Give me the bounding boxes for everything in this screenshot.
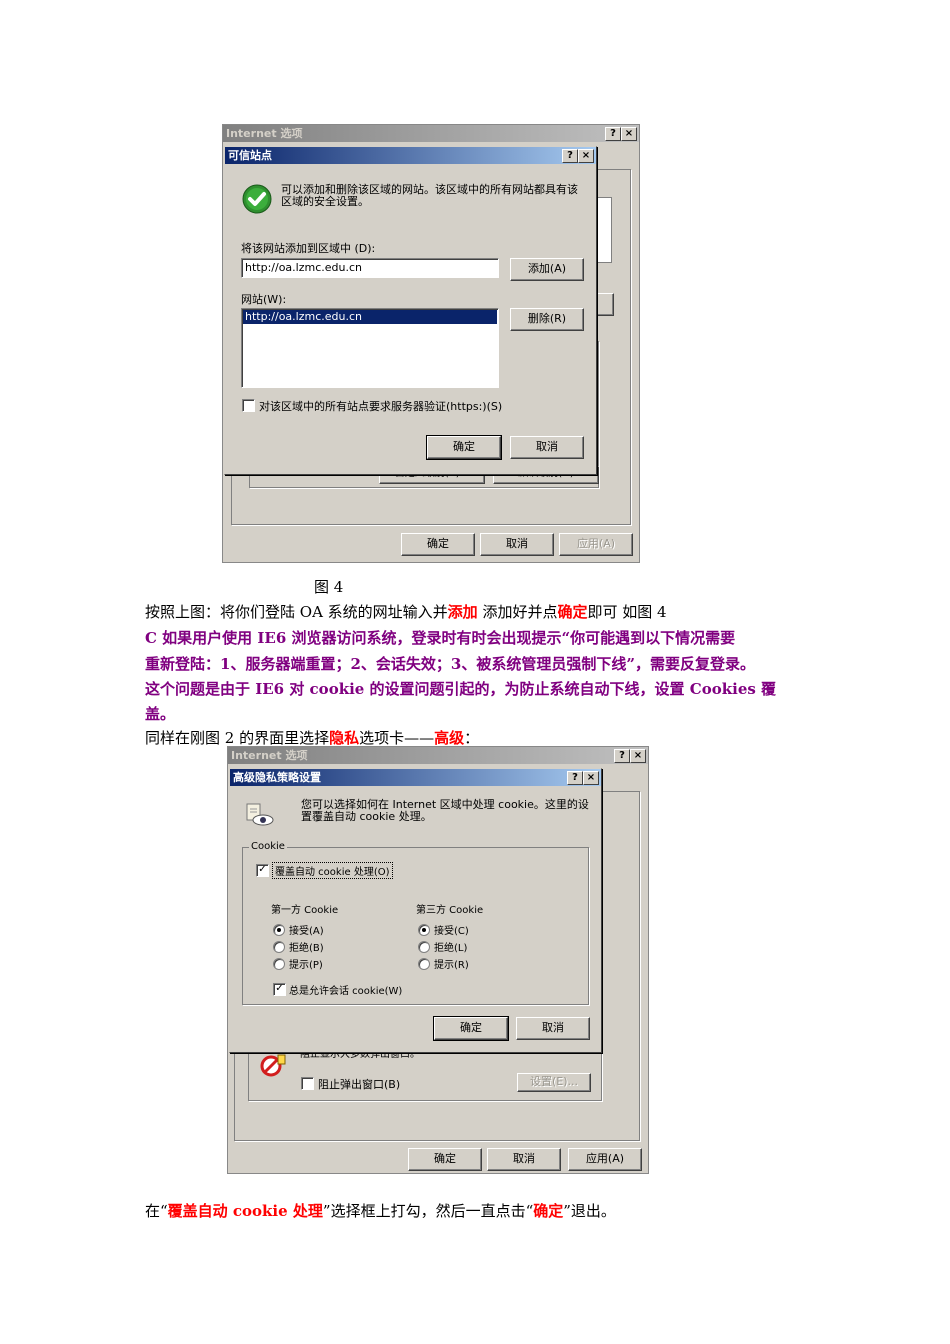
third-prompt-radio[interactable] xyxy=(418,958,430,970)
advanced-privacy-dialog: 高级隐私策略设置 ? × 您可以选择如何在 Internet 区域中处理 coo… xyxy=(229,768,602,1053)
paragraph-2-post: ： xyxy=(464,729,480,747)
highlight-privacy: 隐私 xyxy=(329,729,360,747)
paragraph-1-pre: 按照上图：将你们登陆 OA 系统的网址输入并 xyxy=(145,603,448,621)
paragraph-1: 按照上图：将你们登陆 OA 系统的网址输入并添加 添加好并点确定即可 如图 4 xyxy=(145,601,667,622)
outer-apply-button[interactable]: 应用(A) xyxy=(559,533,633,556)
paragraph-2: 同样在刚图 2 的界面里选择隐私选项卡——高级： xyxy=(145,727,479,748)
paragraph-1-post: 即可 如图 4 xyxy=(587,603,667,621)
dialog-title-bar: 可信站点 ? × xyxy=(225,147,596,164)
session-cookie-checkbox[interactable]: ✓ xyxy=(273,983,286,996)
outer-help-button-2[interactable]: ? xyxy=(614,749,630,763)
trusted-sites-dialog: 可信站点 ? × 可以添加和删除该区域的网站。该区域中的所有网站都具有该区域的安… xyxy=(224,146,597,475)
first-accept-label: 接受(A) xyxy=(289,926,324,937)
outer-title-2: Internet 选项 xyxy=(231,749,308,762)
outer-ok-button[interactable]: 确定 xyxy=(401,533,475,556)
first-prompt-label: 提示(P) xyxy=(289,960,323,971)
override-checkbox[interactable]: ✓ xyxy=(256,864,269,877)
privacy-eye-icon xyxy=(246,803,274,826)
paragraph-2-pre: 同样在刚图 2 的界面里选择 xyxy=(145,729,330,747)
add-button[interactable]: 添加(A) xyxy=(510,258,584,281)
ok-button[interactable]: 确定 xyxy=(426,435,502,460)
figure-caption: 图 4 xyxy=(314,578,344,596)
outer-ok-button-2[interactable]: 确定 xyxy=(408,1148,482,1171)
remove-button[interactable]: 删除(R) xyxy=(510,308,584,331)
outer-cancel-button-2[interactable]: 取消 xyxy=(487,1148,561,1171)
session-cookie-label: 总是允许会话 cookie(W) xyxy=(289,986,403,997)
third-accept-radio[interactable] xyxy=(418,924,430,936)
outer-cancel-button[interactable]: 取消 xyxy=(480,533,554,556)
info-text: 可以添加和删除该区域的网站。该区域中的所有网站都具有该区域的安全设置。 xyxy=(281,183,578,208)
outer-help-button[interactable]: ? xyxy=(605,127,621,141)
help-button[interactable]: ? xyxy=(562,149,578,163)
highlight-ok: 确定 xyxy=(557,603,588,621)
paragraph-c-line-3: 这个问题是由于 IE6 对 cookie 的设置问题引起的，为防止系统自动下线，… xyxy=(145,680,777,698)
close-button-2[interactable]: × xyxy=(583,771,599,785)
checkmark-icon xyxy=(242,184,272,214)
websites-list[interactable]: http://oa.lzmc.edu.cn xyxy=(241,308,499,388)
first-accept-radio[interactable] xyxy=(273,924,285,936)
paragraph-c-line-4: 盖。 xyxy=(145,705,176,723)
outer-title-bar-2: Internet 选项 ? × xyxy=(228,747,648,764)
final-instruction: 在“覆盖自动 cookie 处理”选择框上打勾，然后一直点击“确定”退出。 xyxy=(145,1200,616,1221)
third-party-label: 第三方 Cookie xyxy=(416,905,484,916)
first-block-radio[interactable] xyxy=(273,941,285,953)
close-button[interactable]: × xyxy=(578,149,594,163)
outer-zone-list xyxy=(596,197,612,263)
first-party-label: 第一方 Cookie xyxy=(271,905,339,916)
https-label: 对该区域中的所有站点要求服务器验证(https:)(S) xyxy=(259,400,503,413)
third-prompt-label: 提示(R) xyxy=(434,960,469,971)
highlight-add: 添加 xyxy=(447,603,478,621)
outer-title-bar: Internet 选项 ? × xyxy=(223,125,639,142)
add-site-label: 将该网站添加到区域中 (D): xyxy=(241,242,376,255)
outer-title: Internet 选项 xyxy=(226,127,303,140)
final-mid: ”选择框上打勾，然后一直点击“ xyxy=(322,1202,534,1220)
screenshot-privacy-settings: Internet 选项 ? × 阻止显示大多数弹出窗口。 阻止弹出窗口(B) 设… xyxy=(227,746,649,1174)
block-popups-checkbox[interactable] xyxy=(301,1077,314,1090)
highlight-advanced: 高级 xyxy=(434,729,465,747)
ok-button-2[interactable]: 确定 xyxy=(433,1016,509,1041)
first-prompt-radio[interactable] xyxy=(273,958,285,970)
cookie-group-label: Cookie xyxy=(249,841,287,852)
paragraph-c-line-1: C 如果用户使用 IE6 浏览器访问系统，登录时有时会出现提示“你可能遇到以下情… xyxy=(145,629,736,647)
highlight-ok-2: 确定 xyxy=(533,1202,564,1220)
privacy-info-text: 您可以选择如何在 Internet 区域中处理 cookie。这里的设置覆盖自动… xyxy=(301,798,589,823)
websites-label: 网站(W): xyxy=(241,293,287,306)
popup-blocker-icon xyxy=(260,1054,286,1077)
websites-list-item[interactable]: http://oa.lzmc.edu.cn xyxy=(243,310,497,324)
cancel-button-2[interactable]: 取消 xyxy=(516,1017,590,1040)
screenshot-trusted-sites: Internet 选项 ? × 自定义级别(C)... 默认级别(D) 确定 取… xyxy=(222,124,640,563)
final-post: ”退出。 xyxy=(563,1202,616,1220)
final-pre: 在“ xyxy=(145,1202,168,1220)
add-site-input[interactable]: http://oa.lzmc.edu.cn xyxy=(241,258,499,278)
dialog-title: 可信站点 xyxy=(228,149,272,162)
paragraph-2-mid: 选项卡—— xyxy=(359,729,435,747)
highlight-override: 覆盖自动 cookie 处理 xyxy=(167,1202,323,1220)
block-popups-label: 阻止弹出窗口(B) xyxy=(318,1078,401,1091)
override-label: 覆盖自动 cookie 处理(O) xyxy=(272,862,393,879)
dialog-title-2: 高级隐私策略设置 xyxy=(233,771,321,784)
outer-close-button[interactable]: × xyxy=(621,127,637,141)
outer-apply-button-2[interactable]: 应用(A) xyxy=(568,1148,642,1171)
popup-settings-button[interactable]: 设置(E)... xyxy=(517,1073,591,1092)
paragraph-1-mid: 添加好并点 xyxy=(477,603,558,621)
outer-sites-button[interactable] xyxy=(596,293,614,316)
third-block-label: 拒绝(L) xyxy=(434,943,468,954)
third-block-radio[interactable] xyxy=(418,941,430,953)
dialog-title-bar-2: 高级隐私策略设置 ? × xyxy=(230,769,601,786)
outer-close-button-2[interactable]: × xyxy=(630,749,646,763)
help-button-2[interactable]: ? xyxy=(567,771,583,785)
paragraph-c-line-2: 重新登陆：1、服务器端重置；2、会话失效；3、被系统管理员强制下线”，需要反复登… xyxy=(145,655,755,673)
cancel-button[interactable]: 取消 xyxy=(510,436,584,459)
third-accept-label: 接受(C) xyxy=(434,926,469,937)
https-checkbox[interactable] xyxy=(242,399,255,412)
first-block-label: 拒绝(B) xyxy=(289,943,324,954)
